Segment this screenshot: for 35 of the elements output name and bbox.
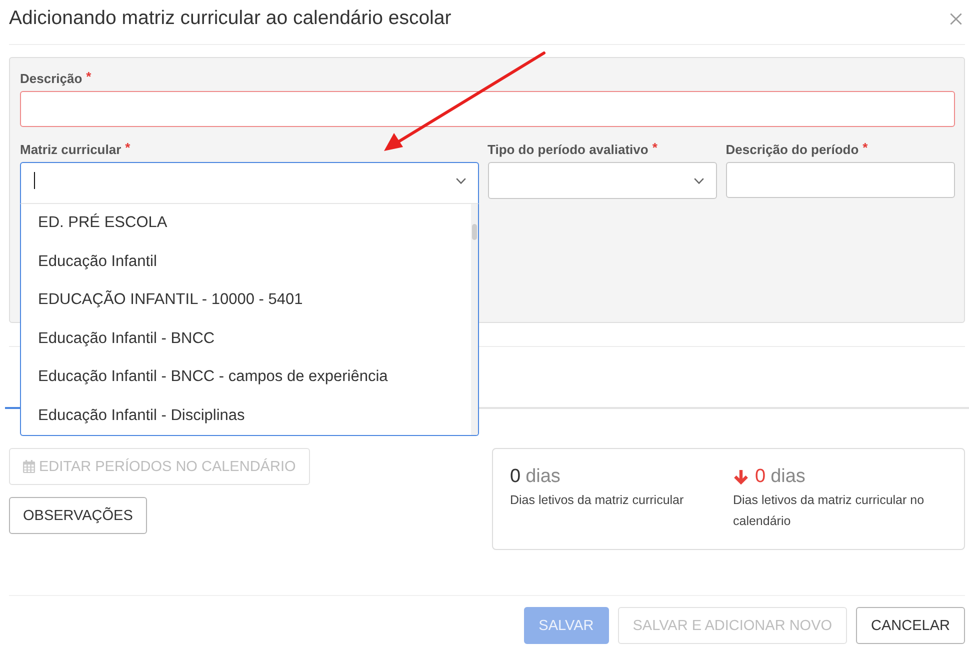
stat-caption: Dias letivos da matriz curricular no calendário xyxy=(733,492,926,530)
dropdown-option[interactable]: EDUCAÇÃO INFANTIL - 10000 - 5401 xyxy=(21,281,470,320)
calendar-icon xyxy=(23,460,35,473)
field-label: Descrição do período xyxy=(726,142,859,158)
stat-value: 0 xyxy=(755,466,766,488)
field-label: Matriz curricular xyxy=(20,142,122,158)
dropdown-option[interactable]: ED. PRÉ ESCOLA xyxy=(21,204,470,242)
footer-button[interactable]: CANCELAR xyxy=(856,607,965,644)
stat-unit: dias xyxy=(770,466,806,488)
close-button[interactable] xyxy=(950,13,962,25)
stat-unit: dias xyxy=(526,466,560,488)
text-field[interactable] xyxy=(20,91,955,127)
stat-caption: Dias letivos da matriz curricular xyxy=(510,492,685,509)
field-label: Descrição xyxy=(20,71,82,87)
required-mark: * xyxy=(86,71,92,83)
action-button[interactable]: OBSERVAÇÕES xyxy=(9,497,147,534)
close-icon xyxy=(950,13,962,25)
required-mark: * xyxy=(125,142,130,154)
dropdown-option[interactable]: Educação Infantil xyxy=(21,242,470,281)
chevron-down-icon xyxy=(456,178,466,184)
dropdown-option[interactable]: Educação Infantil - BNCC xyxy=(21,320,470,358)
stat-value: 0 xyxy=(510,466,521,488)
scrollbar-thumb[interactable] xyxy=(472,224,476,240)
dialog-title: Adicionando matriz curricular ao calendário escolar xyxy=(9,6,452,30)
text-field[interactable] xyxy=(726,162,955,198)
select-field[interactable] xyxy=(488,162,717,199)
text-cursor xyxy=(34,172,35,189)
dropdown-option[interactable]: Educação Infantil - Disciplinas xyxy=(21,396,470,435)
dropdown-option[interactable]: Educação Infantil - BNCC - campos de experiência xyxy=(21,358,470,396)
required-mark: * xyxy=(862,142,868,154)
chevron-down-icon xyxy=(694,178,704,184)
required-mark: * xyxy=(652,142,658,154)
scrollbar[interactable] xyxy=(470,204,478,435)
select-field[interactable] xyxy=(20,162,478,204)
field-label: Tipo do período avaliativo xyxy=(488,142,648,158)
